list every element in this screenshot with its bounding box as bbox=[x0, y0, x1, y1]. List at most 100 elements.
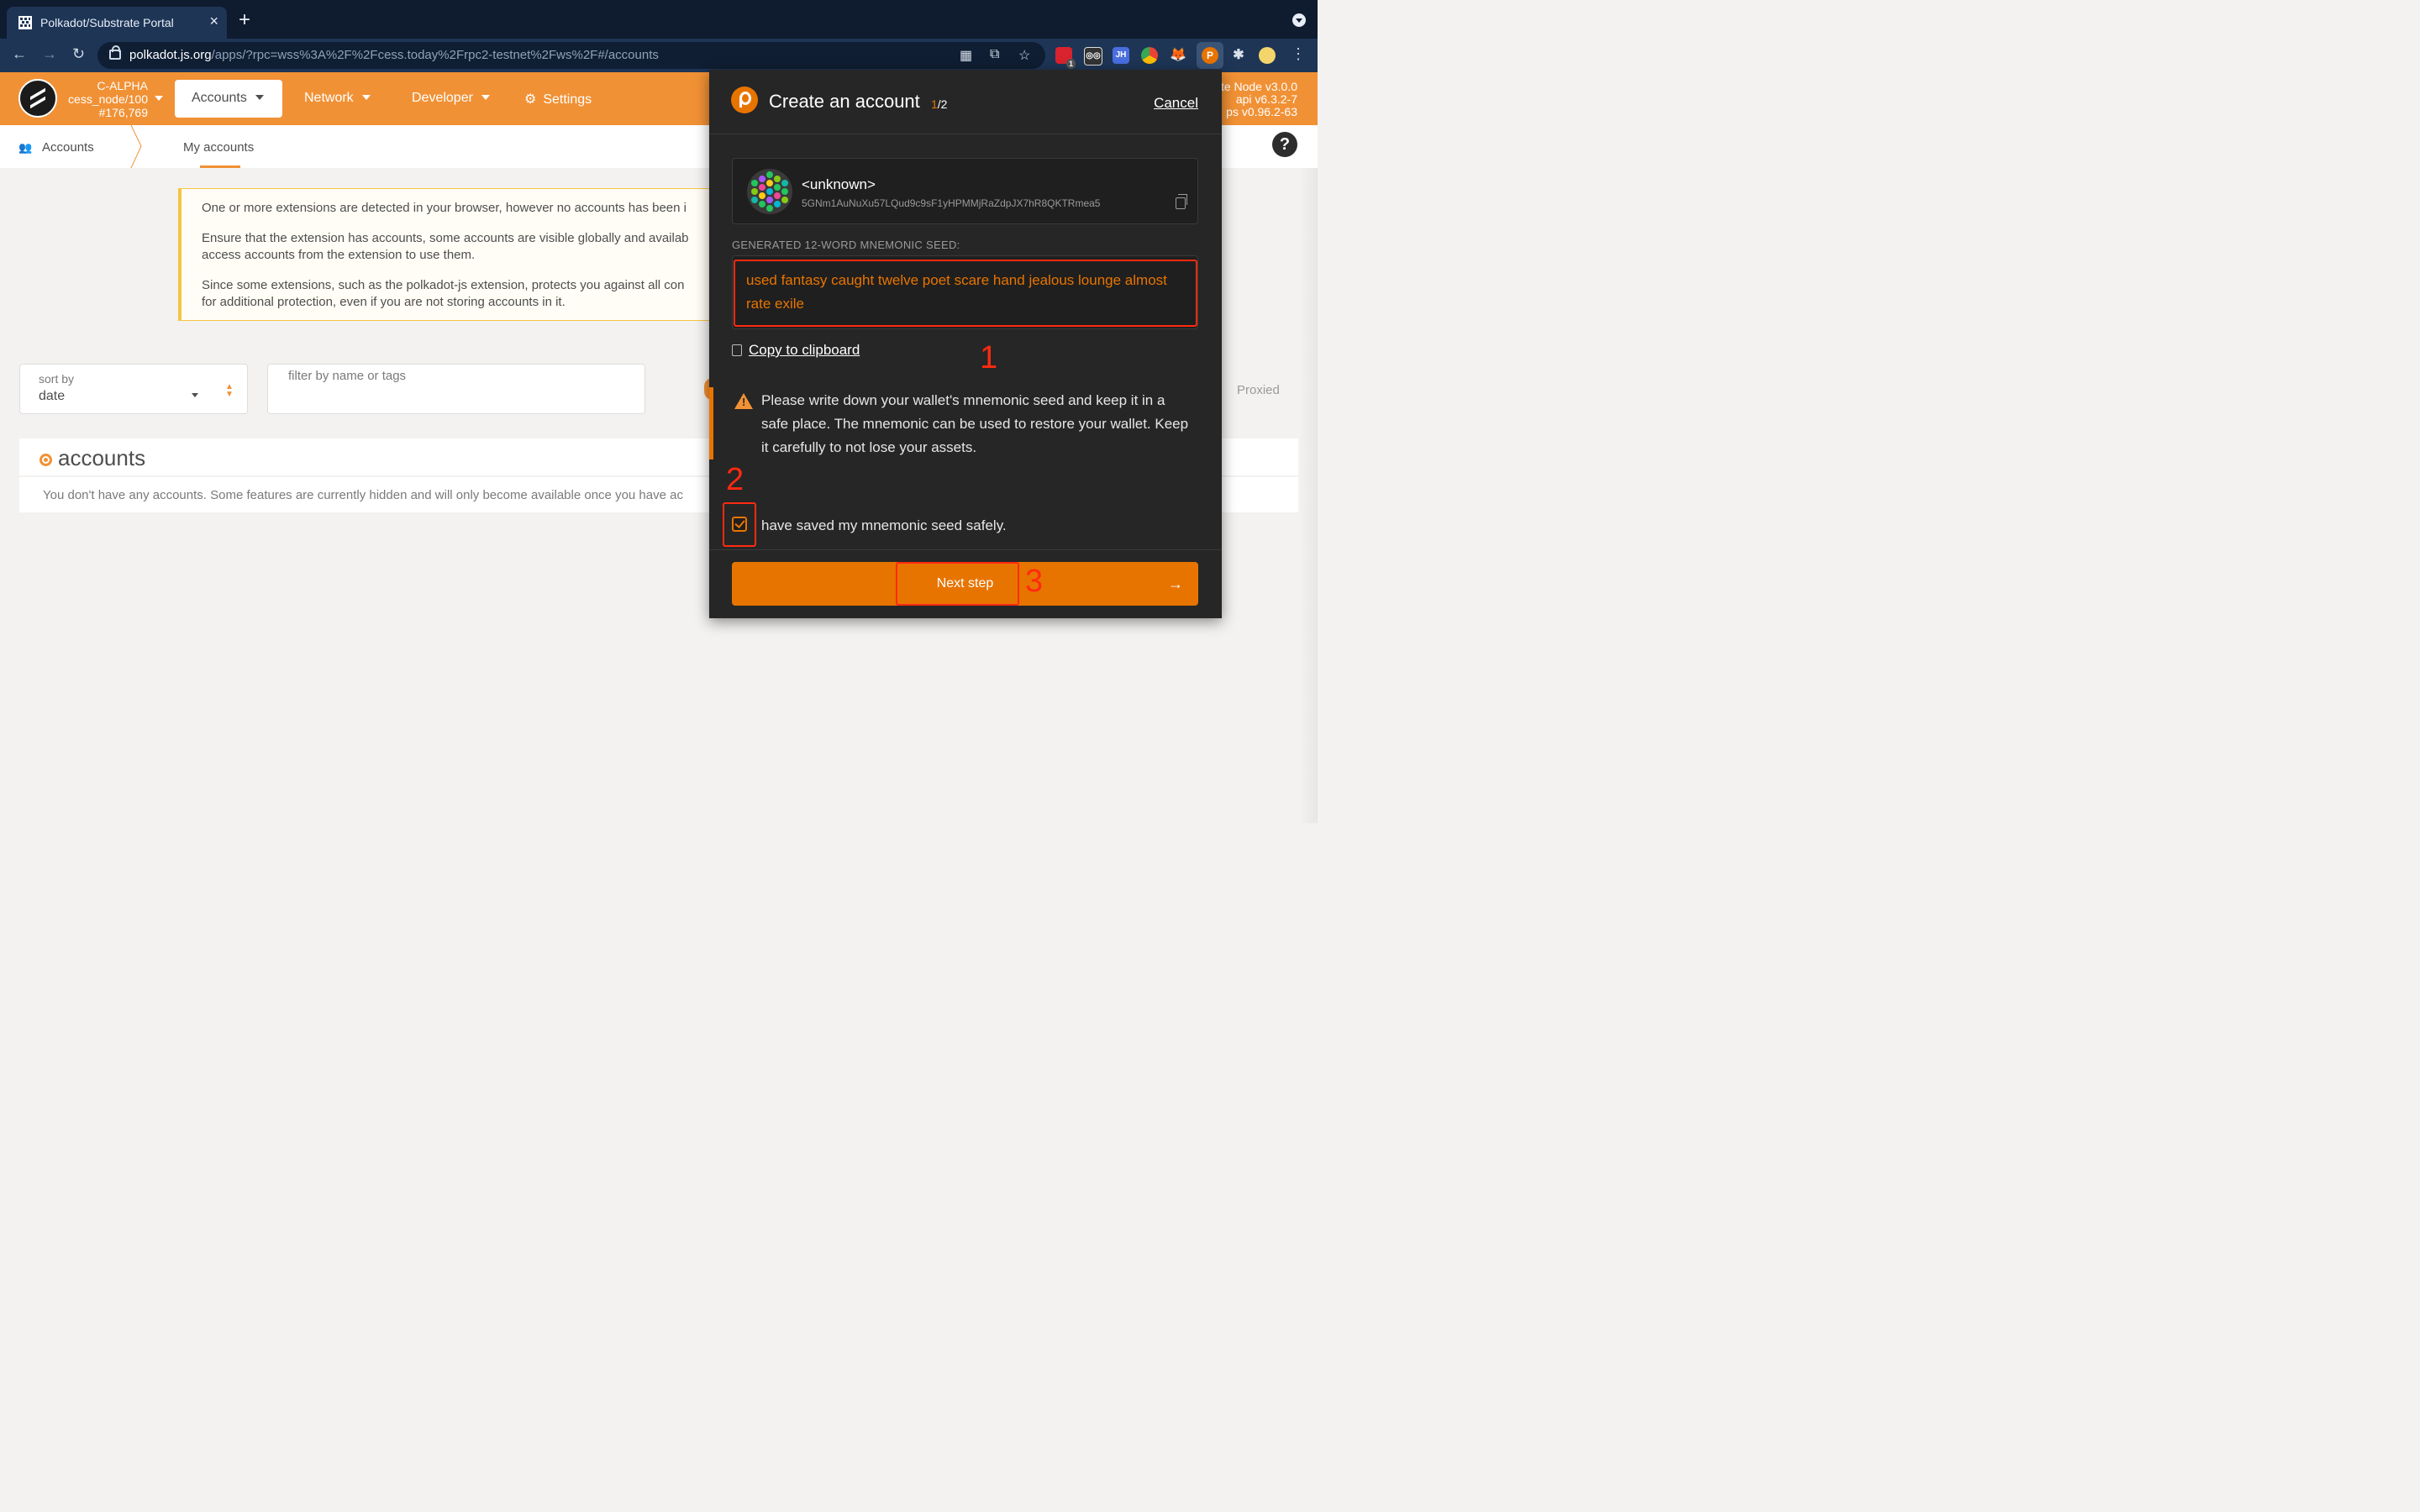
spy-extension-icon[interactable]: ◎◎ bbox=[1084, 47, 1102, 66]
bookmark-star-icon[interactable]: ☆ bbox=[1018, 47, 1030, 64]
sort-by-value: date bbox=[39, 389, 66, 403]
polkadot-js-extension-icon[interactable]: P bbox=[1202, 47, 1218, 64]
step-current: 1 bbox=[931, 97, 938, 111]
notice-line: for additional protection, even if you a… bbox=[202, 295, 566, 309]
chevron-down-icon bbox=[192, 393, 198, 401]
sort-by-dropdown[interactable]: sort by date ▲ ▼ bbox=[19, 364, 248, 414]
copy-to-clipboard-link[interactable]: Copy to clipboard bbox=[732, 342, 860, 359]
menu-settings[interactable]: ⚙ Settings bbox=[524, 91, 592, 108]
version-info: te Node v3.0.0 api v6.3.2-7 ps v0.96.2-6… bbox=[1221, 81, 1297, 118]
saved-seed-label[interactable]: have saved my mnemonic seed safely. bbox=[761, 517, 1007, 534]
breadcrumb-chevron-icon bbox=[130, 125, 142, 168]
tab-my-accounts[interactable]: My accounts bbox=[183, 140, 254, 155]
extensions-area: 1 ◎◎ JH 🦊 P ✱ bbox=[1050, 42, 1286, 69]
forward-icon[interactable]: → bbox=[42, 45, 57, 63]
account-card: <unknown> 5GNm1AuNuXu57LQud9c9sF1yHPMMjR… bbox=[732, 158, 1198, 224]
qr-code-icon[interactable]: ▦ bbox=[960, 47, 972, 64]
notice-line: One or more extensions are detected in y… bbox=[202, 201, 687, 215]
chevron-down-icon bbox=[255, 95, 264, 104]
seed-label: GENERATED 12-WORD MNEMONIC SEED: bbox=[732, 239, 960, 251]
menu-developer[interactable]: Developer bbox=[412, 91, 490, 106]
annotation-number: 2 bbox=[726, 462, 744, 497]
apps-version-line: ps v0.96.2-63 bbox=[1226, 105, 1297, 118]
account-address: 5GNm1AuNuXu57LQud9c9sF1yHPMMjRaZdpJX7hR8… bbox=[802, 197, 1101, 209]
highlight-box-next bbox=[896, 562, 1019, 606]
extension-notice: One or more extensions are detected in y… bbox=[178, 188, 724, 321]
help-icon[interactable]: ? bbox=[1272, 132, 1297, 157]
create-account-popup: Create an account 1/2 Cancel <unknown> 5… bbox=[709, 70, 1222, 618]
copy-address-icon[interactable] bbox=[1176, 194, 1187, 209]
screen: Polkadot/Substrate Portal × + ← → ↻ polk… bbox=[0, 0, 1318, 823]
browser-menu-icon[interactable]: ⋮ bbox=[1291, 45, 1306, 63]
side-accent bbox=[709, 387, 713, 459]
chevron-down-icon bbox=[361, 95, 371, 104]
chain-dropdown-icon[interactable] bbox=[155, 96, 163, 105]
menu-network-label: Network bbox=[304, 91, 354, 105]
polkadot-extension-active[interactable]: P bbox=[1197, 42, 1223, 69]
extensions-puzzle-icon[interactable]: ✱ bbox=[1230, 47, 1247, 64]
menu-accounts-label: Accounts bbox=[192, 91, 247, 105]
filter-input[interactable] bbox=[287, 368, 626, 384]
breadcrumb-accounts[interactable]: 👥 Accounts bbox=[18, 140, 94, 155]
popup-header: Create an account 1/2 Cancel bbox=[709, 70, 1222, 134]
translate-icon[interactable]: ⧉ bbox=[990, 47, 999, 62]
polkadot-js-logo-icon bbox=[731, 87, 758, 113]
scroll-edge bbox=[1299, 168, 1318, 823]
chain-name: C-ALPHA bbox=[97, 79, 148, 92]
browser-tab[interactable]: Polkadot/Substrate Portal × bbox=[7, 7, 227, 39]
cancel-link[interactable]: Cancel bbox=[1154, 95, 1198, 112]
tab-title: Polkadot/Substrate Portal bbox=[40, 16, 174, 29]
node-version: cess_node/100 bbox=[68, 92, 148, 106]
filter-box bbox=[267, 364, 645, 414]
sort-direction-icon[interactable]: ▲ ▼ bbox=[225, 383, 234, 399]
active-tab-indicator bbox=[200, 165, 240, 168]
copy-to-clipboard-label: Copy to clipboard bbox=[749, 342, 860, 358]
highlight-box-seed bbox=[734, 260, 1197, 327]
saved-seed-checkbox[interactable] bbox=[732, 517, 747, 532]
notice-line: Ensure that the extension has accounts, … bbox=[202, 231, 689, 245]
step-total: /2 bbox=[937, 97, 948, 111]
users-icon: 👥 bbox=[18, 141, 33, 154]
copy-icon bbox=[732, 344, 742, 356]
empty-message: You don't have any accounts. Some featur… bbox=[43, 488, 683, 502]
warning-icon bbox=[734, 393, 753, 409]
node-version-line: te Node v3.0.0 bbox=[1220, 80, 1297, 93]
jh-extension-icon[interactable]: JH bbox=[1113, 47, 1129, 64]
warning-text: Please write down your wallet's mnemonic… bbox=[761, 392, 1189, 455]
accounts-section-title: accounts bbox=[58, 445, 146, 470]
chain-logo-icon[interactable] bbox=[18, 79, 57, 118]
address-bar[interactable]: polkadot.js.org/apps/?rpc=wss%3A%2F%2Fce… bbox=[97, 42, 1045, 69]
step-indicator: 1/2 bbox=[931, 97, 947, 111]
extension-badge: 1 bbox=[1065, 59, 1076, 69]
menu-settings-label: Settings bbox=[543, 92, 592, 107]
identicon-avatar[interactable] bbox=[746, 168, 793, 215]
popup-title: Create an account bbox=[769, 91, 920, 112]
proxied-filter[interactable]: Proxied bbox=[1237, 383, 1280, 397]
tab-close-icon[interactable]: × bbox=[209, 13, 218, 30]
browser-toolbar: ← → ↻ polkadot.js.org/apps/?rpc=wss%3A%2… bbox=[0, 39, 1318, 72]
popup-footer: Next step → 3 bbox=[709, 549, 1222, 619]
menu-developer-label: Developer bbox=[412, 91, 473, 105]
profile-avatar[interactable] bbox=[1259, 47, 1276, 64]
gears-icon: ⚙ bbox=[524, 92, 537, 107]
chevron-down-icon bbox=[481, 95, 490, 104]
sort-by-label: sort by bbox=[39, 372, 75, 386]
menu-accounts[interactable]: Accounts bbox=[175, 80, 282, 118]
new-tab-icon[interactable]: + bbox=[239, 8, 250, 32]
radio-dot-icon bbox=[39, 454, 52, 466]
annotation-number: 3 bbox=[1025, 564, 1044, 599]
browser-tab-bar: Polkadot/Substrate Portal × + bbox=[0, 0, 1318, 39]
chain-selector[interactable]: C-ALPHA cess_node/100 #176,769 bbox=[66, 79, 148, 119]
block-number: #176,769 bbox=[98, 106, 148, 119]
api-version-line: api v6.3.2-7 bbox=[1235, 92, 1297, 106]
calendar-extension-icon[interactable]: 1 bbox=[1055, 47, 1076, 69]
back-icon[interactable]: ← bbox=[12, 45, 27, 63]
annotation-number: 1 bbox=[980, 340, 998, 375]
lock-icon[interactable] bbox=[109, 45, 121, 60]
metamask-fox-icon[interactable]: 🦊 bbox=[1170, 47, 1186, 64]
notice-line: access accounts from the extension to us… bbox=[202, 248, 476, 262]
tab-search-icon[interactable] bbox=[1292, 13, 1306, 27]
menu-network[interactable]: Network bbox=[304, 91, 371, 106]
reload-icon[interactable]: ↻ bbox=[72, 45, 85, 63]
chrome-extension-icon[interactable] bbox=[1141, 47, 1158, 64]
